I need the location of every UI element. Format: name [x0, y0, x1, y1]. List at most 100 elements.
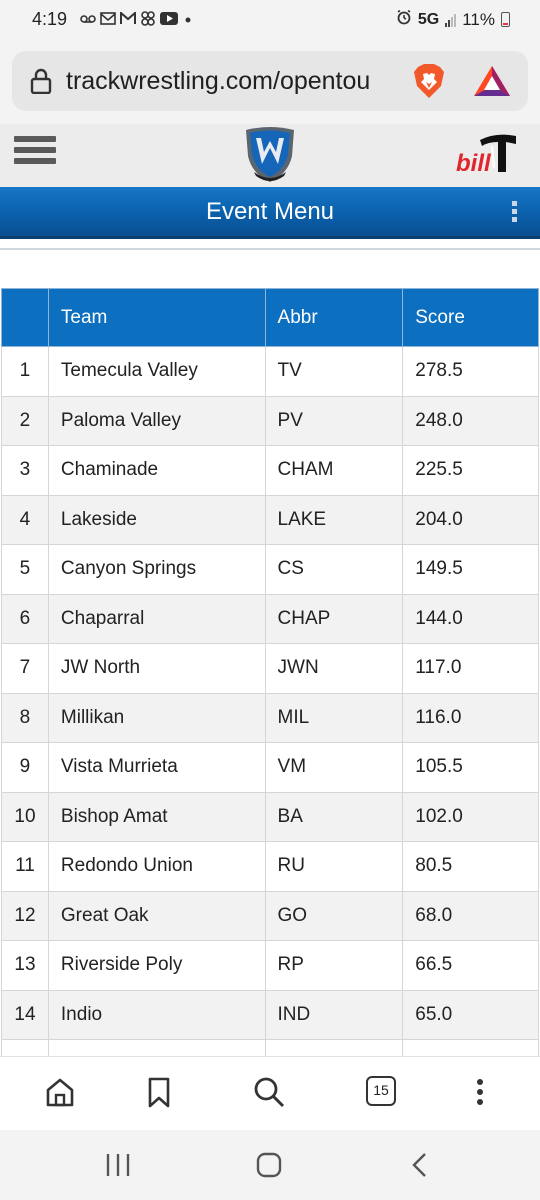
rank-cell: 8 [1, 692, 49, 743]
system-status: 5G 11% [396, 9, 510, 30]
table-row[interactable]: 11 Redondo Union RU 80.5 [1, 841, 539, 892]
alarm-icon [396, 9, 412, 30]
table-row[interactable]: 4 Lakeside LAKE 204.0 [1, 494, 539, 545]
table-row[interactable]: 12 Great Oak GO 68.0 [1, 890, 539, 941]
team-cell[interactable]: Redondo Union [47, 841, 266, 892]
team-cell[interactable]: Great Oak [47, 890, 266, 941]
rank-cell: 1 [1, 346, 49, 397]
team-cell[interactable]: Indio [47, 989, 266, 1040]
team-cell[interactable]: Temecula Valley [47, 346, 266, 397]
table-row[interactable]: 2 Paloma Valley PV 248.0 [1, 395, 539, 446]
bookmark-icon[interactable] [142, 1075, 176, 1109]
rank-cell: 13 [1, 940, 49, 991]
table-row[interactable]: 9 Vista Murrieta VM 105.5 [1, 742, 539, 793]
score-cell: 117.0 [402, 643, 539, 694]
search-icon[interactable] [252, 1075, 286, 1109]
gmail-icon [120, 10, 136, 28]
table-row[interactable]: 8 Millikan MIL 116.0 [1, 692, 539, 743]
lock-icon[interactable] [30, 68, 52, 95]
rank-cell: 7 [1, 643, 49, 694]
abbr-cell: IND [264, 989, 404, 1040]
abbr-cell: PV [264, 395, 404, 446]
abbr-cell: RP [264, 940, 404, 991]
email-icon [100, 12, 116, 28]
rank-cell: 3 [1, 445, 49, 496]
table-row[interactable]: 5 Canyon Springs CS 149.5 [1, 544, 539, 595]
trackwrestling-logo[interactable] [244, 126, 296, 184]
notification-icons [80, 10, 194, 29]
home-nav-icon[interactable] [256, 1152, 282, 1183]
column-header-rank [1, 288, 49, 347]
score-cell: 105.5 [402, 742, 539, 793]
abbr-cell: CHAM [264, 445, 404, 496]
table-row[interactable]: 7 JW North JWN 117.0 [1, 643, 539, 694]
network-type: 5G [417, 10, 440, 28]
site-header: bill [0, 124, 540, 187]
team-scores-table: Team Abbr Score 1 Temecula Valley TV 278.5 2… [1, 288, 539, 1090]
home-icon[interactable] [43, 1075, 77, 1109]
brave-shields-icon[interactable] [410, 62, 448, 100]
score-cell: 66.5 [402, 940, 539, 991]
abbr-cell: TV [264, 346, 404, 397]
divider [0, 248, 540, 250]
score-cell: 102.0 [402, 791, 539, 842]
rank-cell: 9 [1, 742, 49, 793]
table-row[interactable]: 14 Indio IND 65.0 [1, 989, 539, 1040]
team-cell[interactable]: JW North [47, 643, 266, 694]
team-cell[interactable]: Paloma Valley [47, 395, 266, 446]
team-cell[interactable]: Vista Murrieta [47, 742, 266, 793]
team-cell[interactable]: Canyon Springs [47, 544, 266, 595]
bill-t-logo[interactable]: bill [456, 132, 522, 180]
team-cell[interactable]: Riverside Poly [47, 940, 266, 991]
table-row[interactable]: 13 Riverside Poly RP 66.5 [1, 940, 539, 991]
table-row[interactable]: 1 Temecula Valley TV 278.5 [1, 346, 539, 397]
event-menu-title[interactable]: Event Menu [0, 198, 540, 226]
tabs-icon[interactable]: 15 [366, 1076, 396, 1106]
dot-icon [182, 13, 194, 28]
rank-cell: 2 [1, 395, 49, 446]
column-header-score[interactable]: Score [402, 288, 539, 347]
abbr-cell: BA [264, 791, 404, 842]
abbr-cell: MIL [264, 692, 404, 743]
score-cell: 144.0 [402, 593, 539, 644]
youtube-icon [160, 12, 178, 28]
event-menu-options-icon[interactable] [508, 201, 520, 227]
rank-cell: 11 [1, 841, 49, 892]
team-cell[interactable]: Lakeside [47, 494, 266, 545]
url-text[interactable]: trackwrestling.com/opentou [66, 67, 406, 96]
voicemail-icon [80, 13, 96, 27]
rank-cell: 10 [1, 791, 49, 842]
bat-rewards-icon[interactable] [472, 64, 512, 98]
team-cell[interactable]: Chaparral [47, 593, 266, 644]
team-cell[interactable]: Bishop Amat [47, 791, 266, 842]
abbr-cell: LAKE [264, 494, 404, 545]
column-header-abbr[interactable]: Abbr [264, 288, 404, 347]
table-row[interactable]: 10 Bishop Amat BA 102.0 [1, 791, 539, 842]
back-icon[interactable] [410, 1152, 430, 1183]
score-cell: 149.5 [402, 544, 539, 595]
rank-cell: 14 [1, 989, 49, 1040]
score-cell: 116.0 [402, 692, 539, 743]
more-icon[interactable] [463, 1075, 497, 1109]
score-cell: 278.5 [402, 346, 539, 397]
column-header-team[interactable]: Team [47, 288, 266, 347]
team-cell[interactable]: Chaminade [47, 445, 266, 496]
hamburger-menu-icon[interactable] [14, 136, 56, 172]
score-cell: 248.0 [402, 395, 539, 446]
table-row[interactable]: 6 Chaparral CHAP 144.0 [1, 593, 539, 644]
event-menu-bar[interactable]: Event Menu [0, 187, 540, 239]
address-bar[interactable]: trackwrestling.com/opentou [12, 51, 528, 111]
signal-icon [445, 13, 457, 27]
team-cell[interactable]: Millikan [47, 692, 266, 743]
rank-cell: 6 [1, 593, 49, 644]
system-navigation-bar [0, 1130, 540, 1200]
abbr-cell: CHAP [264, 593, 404, 644]
score-cell: 80.5 [402, 841, 539, 892]
table-row[interactable]: 3 Chaminade CHAM 225.5 [1, 445, 539, 496]
rank-cell: 12 [1, 890, 49, 941]
app-icon [140, 11, 156, 29]
score-cell: 65.0 [402, 989, 539, 1040]
recent-apps-icon[interactable] [105, 1152, 131, 1183]
clock: 4:19 [32, 9, 68, 29]
status-bar: 4:19 5G 11% [0, 0, 540, 40]
